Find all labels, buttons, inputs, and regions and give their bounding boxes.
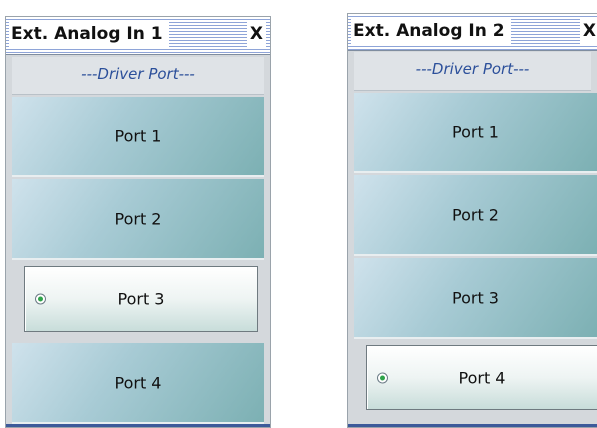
close-button[interactable]: X [246,21,266,47]
port-1-label: Port 1 [114,126,162,146]
port-2-label: Port 2 [114,209,162,228]
port-1-button[interactable]: Port 1 [354,93,597,173]
ext-analog-in-1-menu: Ext. Analog In 1 X ---Driver Port--- Por… [5,16,271,428]
menu-title-bar: Ext. Analog In 2 X [348,14,597,51]
menu-title-bar: Ext. Analog In 1 X [6,17,270,55]
port-3-label: Port 3 [117,289,165,309]
section-label-driver-port: ---Driver Port--- [12,57,264,95]
menu-bottom-border [348,424,597,427]
port-2-button[interactable]: Port 2 [12,179,264,260]
port-3-button[interactable]: Port 3 [354,258,597,339]
port-4-label: Port 4 [458,368,506,387]
ext-analog-in-2-menu: Ext. Analog In 2 X ---Driver Port--- Por… [347,13,597,428]
port-4-button[interactable]: Port 4 [366,345,597,410]
menu-title: Ext. Analog In 1 [9,21,169,47]
port-1-button[interactable]: Port 1 [12,97,264,177]
close-button[interactable]: X [579,18,597,44]
port-2-button[interactable]: Port 2 [354,175,597,256]
port-3-button[interactable]: Port 3 [24,266,258,332]
menu-bottom-border [6,424,270,427]
port-2-label: Port 2 [452,205,499,224]
port-3-label: Port 3 [452,288,499,307]
port-1-label: Port 1 [452,122,499,142]
port-4-button[interactable]: Port 4 [12,343,264,424]
port-4-label: Port 4 [114,373,162,392]
section-label-driver-port: ---Driver Port--- [354,52,591,91]
menu-title: Ext. Analog In 2 [351,18,511,44]
